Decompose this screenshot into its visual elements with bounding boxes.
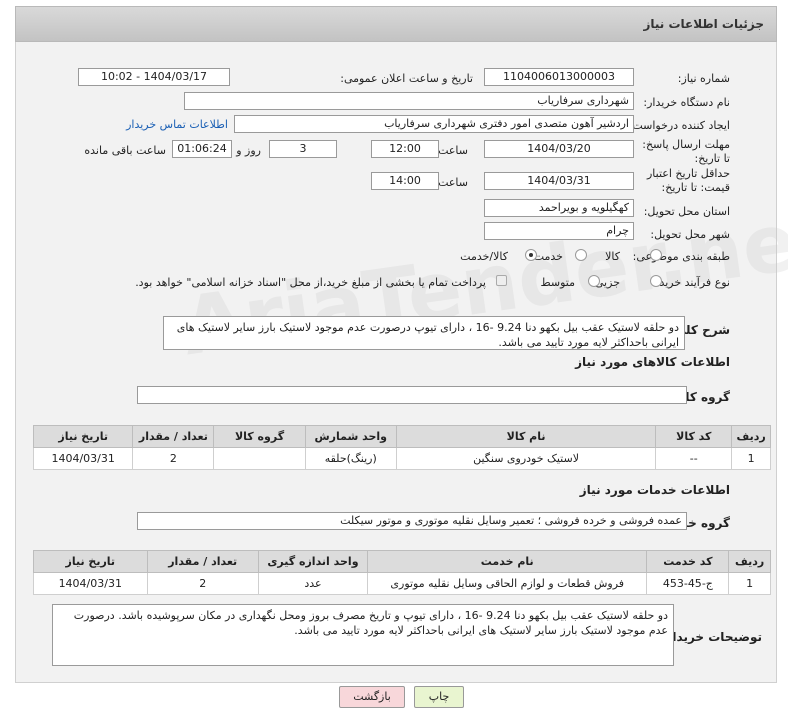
contact-buyer-link[interactable]: اطلاعات تماس خریدار xyxy=(126,118,228,131)
buyer-label: نام دستگاه خریدار: xyxy=(643,96,730,109)
panel-header: جزئیات اطلاعات نیاز xyxy=(15,6,777,42)
goods-group-field xyxy=(137,386,687,404)
cell-need-date: 1404/03/31 xyxy=(32,447,134,470)
col-unit: واحد شمارش xyxy=(304,425,397,448)
creator-label: ایجاد کننده درخواست: xyxy=(628,119,730,132)
deadline-label: مهلت ارسال پاسخ: تا تاریخ: xyxy=(642,138,730,165)
cell-unit: (رینگ)حلقه xyxy=(304,447,397,470)
announce-label: تاریخ و ساعت اعلان عمومی: xyxy=(340,72,473,85)
col-service-code: کد خدمت xyxy=(646,550,730,573)
services-group-field: عمده فروشی و خرده فروشی ؛ تعمیر وسایل نق… xyxy=(137,512,687,530)
cat-both-label: کالا/خدمت xyxy=(460,250,508,263)
days-label: روز و xyxy=(236,144,261,157)
radio-category-goods[interactable] xyxy=(650,249,662,261)
col-goods-name: نام کالا xyxy=(395,425,657,448)
goods-section-title: اطلاعات کالاهای مورد نیاز xyxy=(575,355,730,369)
radio-category-service[interactable] xyxy=(575,249,587,261)
print-button[interactable]: چاپ xyxy=(414,686,464,708)
cell-quantity: 2 xyxy=(132,447,215,470)
goods-table: ردیف کد کالا نام کالا واحد شمارش گروه کا… xyxy=(32,425,771,470)
need-number-label: شماره نیاز: xyxy=(677,72,730,85)
cell-row: 1 xyxy=(728,572,771,595)
need-number-field: 1104006013000003 xyxy=(484,68,634,86)
creator-field: اردشیر آهون متصدی امور دفتری شهرداری سرف… xyxy=(234,115,634,133)
city-field: چرام xyxy=(484,222,634,240)
cat-goods-label: کالا xyxy=(605,250,620,263)
services-table-header: ردیف کد خدمت نام خدمت واحد اندازه گیری ت… xyxy=(33,550,771,573)
province-field: کهگیلویه و بویراحمد xyxy=(484,199,634,217)
col-need-date: تاریخ نیاز xyxy=(33,550,148,573)
col-goods-code: کد کالا xyxy=(655,425,733,448)
payment-note: پرداخت تمام یا بخشی از مبلغ خرید،از محل … xyxy=(135,276,486,289)
col-service-name: نام خدمت xyxy=(367,550,648,573)
proc-medium-label: متوسط xyxy=(540,276,575,289)
goods-table-header: ردیف کد کالا نام کالا واحد شمارش گروه کا… xyxy=(32,425,771,448)
cat-service-label: خدمت xyxy=(533,250,563,263)
announce-date-field: 1404/03/17 - 10:02 xyxy=(78,68,230,86)
col-row: ردیف xyxy=(728,550,771,573)
radio-process-medium[interactable] xyxy=(588,275,600,287)
radio-process-partial[interactable] xyxy=(650,275,662,287)
radio-category-both[interactable] xyxy=(525,249,537,261)
table-row: 1 -- لاستیک خودروی سنگین (رینگ)حلقه 2 14… xyxy=(32,447,771,470)
buyer-notes-label: توضیحات خریدار: xyxy=(660,630,762,644)
category-label: طبقه بندی موضوعی: xyxy=(632,250,730,263)
deadline-time-field: 12:00 xyxy=(371,140,439,158)
cell-quantity: 2 xyxy=(146,572,259,595)
description-textarea: دو حلقه لاستیک عقب بیل بکهو دنا 9.24 -16… xyxy=(163,316,685,350)
price-time-label: ساعت xyxy=(438,176,468,189)
back-button[interactable]: بازگشت xyxy=(339,686,405,708)
col-quantity: تعداد / مقدار xyxy=(132,425,215,448)
col-measure-unit: واحد اندازه گیری xyxy=(257,550,369,573)
deadline-date-field: 1404/03/20 xyxy=(484,140,634,158)
services-table: ردیف کد خدمت نام خدمت واحد اندازه گیری ت… xyxy=(33,550,771,595)
cell-goods-group xyxy=(213,447,306,470)
col-quantity: تعداد / مقدار xyxy=(146,550,259,573)
col-goods-group: گروه کالا xyxy=(213,425,306,448)
page-title: جزئیات اطلاعات نیاز xyxy=(643,17,764,31)
cell-goods-name: لاستیک خودروی سنگین xyxy=(395,447,657,470)
col-need-date: تاریخ نیاز xyxy=(32,425,134,448)
cell-service-name: فروش قطعات و لوازم الحاقی وسایل نقلیه مو… xyxy=(367,572,648,595)
cell-goods-code: -- xyxy=(655,447,733,470)
buyer-field: شهرداری سرفاریاب xyxy=(184,92,634,110)
cell-row: 1 xyxy=(731,447,771,470)
remaining-time-field: 01:06:24 xyxy=(172,140,232,158)
table-row: 1 ج-45-453 فروش قطعات و لوازم الحاقی وسا… xyxy=(33,572,771,595)
cell-measure-unit: عدد xyxy=(257,572,369,595)
treasury-checkbox[interactable] xyxy=(496,275,507,286)
deadline-time-label: ساعت xyxy=(438,144,468,157)
col-row: ردیف xyxy=(731,425,771,448)
cell-service-code: ج-45-453 xyxy=(646,572,730,595)
buyer-notes-textarea: دو حلقه لاستیک عقب بیل بکهو دنا 9.24 -16… xyxy=(52,604,674,666)
province-label: استان محل تحویل: xyxy=(643,205,730,218)
price-date-field: 1404/03/31 xyxy=(484,172,634,190)
days-field: 3 xyxy=(269,140,337,158)
price-validity-label: حداقل تاریخ اعتبار قیمت: تا تاریخ: xyxy=(646,167,730,194)
process-label: نوع فرآیند خرید : xyxy=(652,276,730,289)
price-time-field: 14:00 xyxy=(371,172,439,190)
remaining-label: ساعت باقی مانده xyxy=(84,144,166,157)
cell-need-date: 1404/03/31 xyxy=(33,572,148,595)
services-section-title: اطلاعات خدمات مورد نیاز xyxy=(579,483,730,497)
city-label: شهر محل تحویل: xyxy=(650,228,730,241)
